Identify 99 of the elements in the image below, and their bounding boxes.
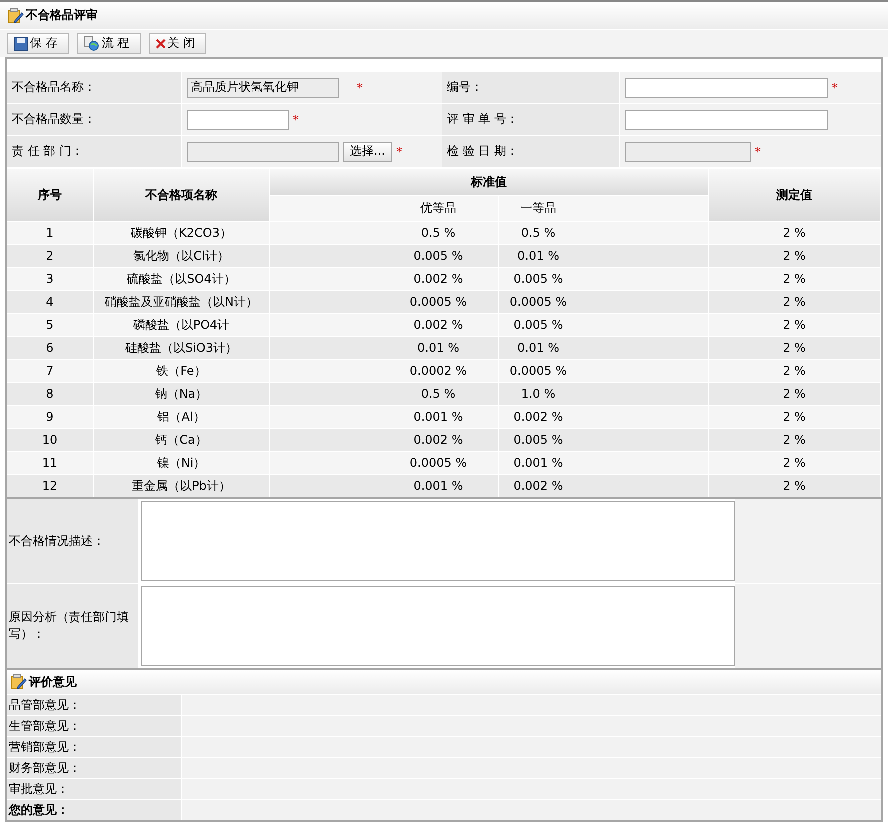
input-field[interactable] [625,78,828,98]
table-cell: 0.01 % [499,244,709,267]
table-cell: 7 [7,359,94,382]
text-area[interactable] [141,501,735,581]
table-cell: 2 % [709,267,881,290]
table-cell: 0.001 % [270,474,499,497]
table-cell: 硝酸盐及亚硝酸盐（以N计） [94,290,270,313]
required-mark: * [293,112,299,126]
notepad-icon [11,674,27,690]
opinion-label: 您的意见： [7,800,182,820]
field-label: 不合格品数量： [7,104,182,136]
table-cell: 2 % [709,244,881,267]
close-button[interactable]: 关 闭 [148,33,206,54]
table-cell: 0.002 % [270,428,499,451]
table-cell: 10 [7,428,94,451]
field-label: 编号： [442,72,620,104]
opinion-label: 品管部意见： [7,695,182,715]
column-header: 一等品 [499,195,709,221]
table-cell: 3 [7,267,94,290]
required-mark: * [357,80,363,94]
table-cell: 0.0005 % [499,290,709,313]
table-cell: 0.002 % [270,267,499,290]
table-cell: 0.005 % [499,313,709,336]
save-button[interactable]: 保 存 [7,33,69,54]
field-label: 检 验 日 期： [442,136,620,168]
field-label: 评 审 单 号： [442,104,620,136]
column-group-header: 标准值 [270,168,709,195]
table-cell: 0.0005 % [270,290,499,313]
table-cell: 0.5 % [270,382,499,405]
table-cell: 1.0 % [499,382,709,405]
table-cell: 2 % [709,474,881,497]
required-mark: * [755,144,761,158]
table-cell: 磷酸盐（以PO4计 [94,313,270,336]
opinion-label: 生管部意见： [7,716,182,736]
table-cell: 0.001 % [499,451,709,474]
required-mark: * [832,80,838,94]
table-cell: 0.0005 % [499,359,709,382]
field-label: 不合格情况描述： [7,499,139,583]
table-cell: 2 [7,244,94,267]
column-header: 序号 [7,168,94,221]
table-cell: 0.002 % [499,474,709,497]
table-cell: 0.0002 % [270,359,499,382]
table-cell: 2 % [709,290,881,313]
table-cell: 1 [7,221,94,244]
table-cell: 0.0005 % [270,451,499,474]
opinion-label: 审批意见： [7,779,182,799]
table-cell: 2 % [709,405,881,428]
table-cell: 2 % [709,221,881,244]
table-cell: 重金属（以Pb计） [94,474,270,497]
table-cell: 铁（Fe） [94,359,270,382]
table-cell: 2 % [709,359,881,382]
table-cell: 0.005 % [499,267,709,290]
text-area[interactable] [141,586,735,666]
table-cell: 2 % [709,313,881,336]
document-globe-icon [84,36,100,51]
table-cell: 氯化物（以Cl计） [94,244,270,267]
table-cell: 2 % [709,382,881,405]
table-cell: 0.01 % [270,336,499,359]
close-icon [156,38,166,48]
flow-button[interactable]: 流 程 [76,33,141,54]
column-header: 优等品 [270,195,499,221]
table-cell: 5 [7,313,94,336]
field-label: 不合格品名称： [7,72,182,104]
table-cell: 0.002 % [270,313,499,336]
table-cell: 0.5 % [499,221,709,244]
input-field[interactable] [187,110,289,130]
table-cell: 6 [7,336,94,359]
opinion-label: 营销部意见： [7,737,182,757]
table-cell: 0.001 % [270,405,499,428]
opinion-label: 财务部意见： [7,758,182,778]
column-header: 不合格项名称 [94,168,270,221]
section-title: 评价意见 [29,674,77,690]
table-cell: 硫酸盐（以SO4计） [94,267,270,290]
notepad-icon [8,8,24,24]
table-cell: 12 [7,474,94,497]
window-title: 不合格品评审 [26,7,98,24]
table-cell: 钙（Ca） [94,428,270,451]
table-cell: 钠（Na） [94,382,270,405]
column-header: 测定值 [709,168,881,221]
field-label: 责 任 部 门： [7,136,182,168]
table-cell: 0.01 % [499,336,709,359]
table-cell: 9 [7,405,94,428]
table-cell: 铝（Al） [94,405,270,428]
table-cell: 碳酸钾（K2CO3） [94,221,270,244]
table-cell: 0.5 % [270,221,499,244]
table-cell: 0.005 % [270,244,499,267]
table-cell: 镍（Ni） [94,451,270,474]
table-cell: 2 % [709,451,881,474]
table-cell: 2 % [709,428,881,451]
table-cell: 4 [7,290,94,313]
table-cell: 硅酸盐（以SiO3计） [94,336,270,359]
required-mark: * [396,144,402,158]
table-cell: 0.005 % [499,428,709,451]
input-field[interactable] [625,110,828,130]
field-label: 原因分析（责任部门填写）： [7,584,139,668]
table-cell: 11 [7,451,94,474]
table-cell: 0.002 % [499,405,709,428]
table-cell: 2 % [709,336,881,359]
table-cell: 8 [7,382,94,405]
